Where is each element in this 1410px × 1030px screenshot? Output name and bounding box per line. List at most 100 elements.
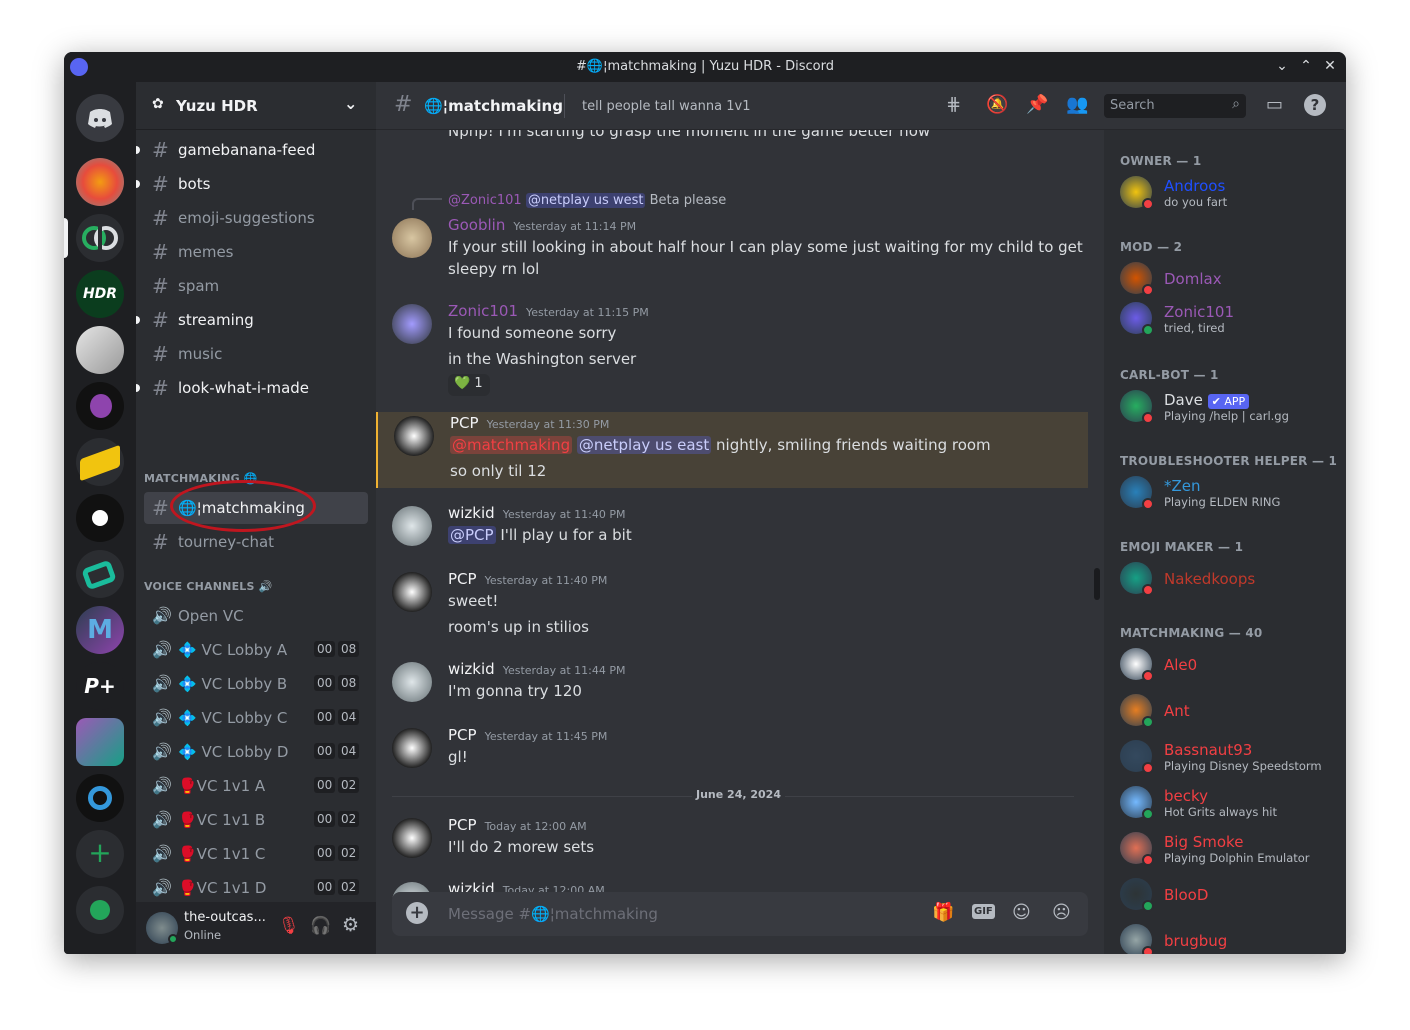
avatar[interactable] [392,728,432,768]
speaker-icon: 🔊 [152,708,172,727]
voice-channel[interactable]: 🔊 🥊VC 1v1 B 00 02 [144,804,368,836]
server-hdr[interactable]: HDR [76,270,124,318]
avatar[interactable] [392,218,432,258]
status-indicator [1142,670,1154,682]
server-list: HDR M P+ + [64,82,136,954]
member-item[interactable]: Bassnaut93 Playing Disney Speedstorm [1120,736,1340,778]
emoji-icon[interactable]: ☹ [1052,902,1071,923]
member-item[interactable]: Ale0 [1120,644,1340,686]
voice-channel[interactable]: 🔊 💠 VC Lobby A 00 08 [144,634,368,666]
close-icon[interactable]: ✕ [1320,58,1340,74]
add-server-button[interactable]: + [76,830,124,878]
member-list-icon[interactable]: 👥 [1066,94,1088,115]
member-item[interactable]: Dave ✔ APP Playing /help | carl.gg [1120,386,1340,428]
server-cube[interactable] [76,718,124,766]
member-list: OWNER — 1 Androos do you fart MOD — 2 Domlax… [1104,130,1346,954]
bell-muted-icon[interactable]: 🔕 [986,94,1008,115]
member-item[interactable]: becky Hot Grits always hit [1120,782,1340,824]
voice-limit: 02 [338,777,360,793]
timestamp: Yesterday at 11:14 PM [513,220,637,233]
voice-channel[interactable]: 🔊 🥊VC 1v1 D 00 02 [144,872,368,904]
voice-channel[interactable]: 🔊 💠 VC Lobby B 00 08 [144,668,368,700]
server-purple[interactable] [76,382,124,430]
avatar[interactable] [394,416,434,456]
member-item[interactable]: Ant [1120,690,1340,732]
server-pt[interactable]: P+ [76,662,124,710]
member-item[interactable]: Domlax [1120,258,1340,300]
inbox-icon[interactable]: ▭ [1266,94,1283,115]
add-attachment-icon[interactable]: + [406,902,428,924]
message-input[interactable]: Message #🌐¦matchmaking [448,905,658,923]
maximize-icon[interactable]: ⌃ [1296,58,1316,74]
channel-tourney-chat[interactable]: # tourney-chat [144,526,368,558]
channel-topic[interactable]: tell people tall wanna 1v1 [582,99,750,114]
gif-icon[interactable]: GIF [972,904,995,919]
channel-streaming[interactable]: # streaming [136,304,368,336]
member-item[interactable]: Nakedkoops [1120,558,1340,600]
channel-bots[interactable]: # bots [136,168,368,200]
channel-look-what-i-made[interactable]: # look-what-i-made [136,372,368,404]
member-item[interactable]: Androos do you fart [1120,172,1340,214]
member-name: Ale0 [1164,656,1198,674]
member-item[interactable]: BlooD [1120,874,1340,916]
author[interactable]: wizkid [448,660,495,678]
author[interactable]: PCP [448,726,477,744]
author[interactable]: Gooblin [448,216,505,234]
avatar[interactable] [392,304,432,344]
category-voice[interactable]: VOICE CHANNELS 🔊 [144,580,273,593]
avatar[interactable] [392,506,432,546]
server-m[interactable]: M [76,606,124,654]
server-yuzu-hdr[interactable] [76,214,124,262]
channel-spam[interactable]: # spam [144,270,368,302]
author[interactable]: PCP [450,414,479,432]
message-composer[interactable]: + Message #🌐¦matchmaking 🎁 GIF ☺ ☹ [392,892,1088,936]
status-indicator [1142,854,1154,866]
reply-preview[interactable]: @Zonic101 @netplay us west Beta please [448,193,726,208]
member-group-header: MATCHMAKING — 40 [1120,626,1263,640]
scrollbar-thumb[interactable] [1094,568,1100,600]
mic-muted-icon[interactable]: 🎙 [278,916,300,936]
avatar[interactable] [392,818,432,858]
voice-channel[interactable]: 🔊 💠 VC Lobby D 00 04 [144,736,368,768]
author[interactable]: PCP [448,570,477,588]
sticker-icon[interactable]: ☺ [1012,902,1031,923]
channel-gamebanana-feed[interactable]: # gamebanana-feed [136,134,368,166]
avatar[interactable] [392,662,432,702]
member-item[interactable]: brugbug [1120,920,1340,954]
reaction-button[interactable]: 💚 1 [448,374,490,396]
help-icon[interactable]: ? [1304,94,1326,116]
server-notebook[interactable] [76,326,124,374]
server-green-logo[interactable] [76,550,124,598]
member-name: Domlax [1164,270,1222,288]
reply-connector [412,198,442,210]
voice-channel[interactable]: 🔊 Open VC [144,600,368,632]
channel-memes[interactable]: # memes [144,236,368,268]
server-ticket[interactable] [76,438,124,486]
gift-icon[interactable]: 🎁 [932,902,954,923]
author[interactable]: wizkid [448,504,495,522]
threads-icon[interactable]: ⋕ [946,94,961,115]
server-ring[interactable] [76,774,124,822]
headphones-icon[interactable]: 🎧 [310,916,331,936]
server-gamebanana[interactable] [76,158,124,206]
search-input[interactable]: Search ⌕ [1104,94,1246,118]
voice-channel[interactable]: 🔊 🥊VC 1v1 A 00 02 [144,770,368,802]
settings-gear-icon[interactable]: ⚙ [342,914,359,936]
member-item[interactable]: *Zen Playing ELDEN RING [1120,472,1340,514]
author[interactable]: Zonic101 [448,302,518,320]
server-orbit[interactable] [76,494,124,542]
server-header[interactable]: ✿ Yuzu HDR ⌄ [136,82,376,130]
message-text: in the Washington server [448,350,637,368]
member-item[interactable]: Big Smoke Playing Dolphin Emulator [1120,828,1340,870]
member-item[interactable]: Zonic101 tried, tired [1120,298,1340,340]
channel-music[interactable]: # music [144,338,368,370]
author[interactable]: PCP [448,816,477,834]
explore-button[interactable] [76,886,124,934]
pin-icon[interactable]: 📌 [1026,94,1048,115]
voice-channel[interactable]: 🔊 🥊VC 1v1 C 00 02 [144,838,368,870]
voice-channel[interactable]: 🔊 💠 VC Lobby C 00 04 [144,702,368,734]
minimize-icon[interactable]: ⌄ [1272,58,1292,74]
avatar[interactable] [392,572,432,612]
home-button[interactable] [76,94,124,142]
channel-emoji-suggestions[interactable]: # emoji-suggestions [144,202,368,234]
